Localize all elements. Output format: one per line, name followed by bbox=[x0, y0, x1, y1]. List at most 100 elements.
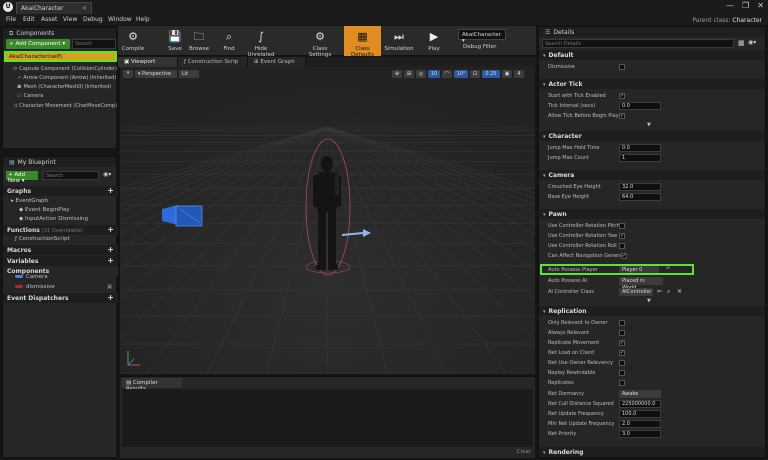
menu-edit[interactable]: Edit bbox=[23, 16, 35, 23]
rotate-icon[interactable]: ⊞ bbox=[404, 70, 414, 78]
always-relevant-checkbox[interactable] bbox=[619, 330, 625, 336]
section-rendering[interactable]: ▾ Rendering bbox=[539, 447, 765, 457]
perspective-button[interactable]: ▾ Perspective bbox=[135, 70, 177, 78]
category-functions[interactable]: Functions (31 Overridable) + bbox=[3, 225, 118, 235]
grid-snap-toggle[interactable]: 10 bbox=[428, 70, 440, 78]
graph-item-inputaction[interactable]: ◆ InputAction Dismissing bbox=[19, 216, 88, 222]
camera-speed-value[interactable]: 4 bbox=[514, 70, 524, 78]
replay-rewind-checkbox[interactable] bbox=[619, 370, 625, 376]
minimize-icon[interactable]: — bbox=[726, 1, 734, 10]
add-component-button[interactable]: + Add Component ▾ bbox=[6, 39, 70, 49]
start-tick-checkbox[interactable]: ✓ bbox=[619, 93, 625, 99]
details-search-input[interactable] bbox=[542, 39, 734, 48]
min-net-update-input[interactable]: 2.0 bbox=[619, 420, 661, 428]
ai-controller-select[interactable]: AIController bbox=[619, 288, 653, 296]
compile-button[interactable]: ⚙ Compile bbox=[120, 26, 146, 56]
section-camera[interactable]: ▾ Camera bbox=[539, 170, 765, 180]
rot-pitch-checkbox[interactable] bbox=[619, 223, 625, 229]
advanced-expand-icon[interactable]: ▼ bbox=[647, 122, 651, 128]
parent-class-value[interactable]: Character bbox=[732, 17, 762, 24]
add-function-icon[interactable]: + bbox=[107, 225, 114, 234]
section-pawn[interactable]: ▾ Pawn bbox=[539, 209, 765, 219]
allow-tick-checkbox[interactable]: ✓ bbox=[619, 113, 625, 119]
replicates-checkbox[interactable] bbox=[619, 380, 625, 386]
component-self-item[interactable]: AkaiCharacter(self) bbox=[4, 51, 117, 62]
restore-icon[interactable]: ❐ bbox=[742, 1, 749, 10]
viewport-options-button[interactable]: ▾ bbox=[123, 70, 133, 78]
section-replication[interactable]: ▾ Replication bbox=[539, 306, 765, 316]
rot-roll-checkbox[interactable] bbox=[619, 243, 625, 249]
net-owner-rel-checkbox[interactable] bbox=[619, 360, 625, 366]
section-default[interactable]: ▾ Default bbox=[539, 50, 765, 60]
menu-file[interactable]: File bbox=[6, 16, 16, 23]
class-defaults-button[interactable]: ▦ Class Defaults bbox=[344, 26, 381, 58]
grid-snap-value[interactable]: ⌒ bbox=[442, 70, 452, 78]
category-variables[interactable]: Variables + bbox=[3, 256, 118, 266]
net-update-input[interactable]: 100.0 bbox=[619, 410, 661, 418]
view-options-icon[interactable]: ◉▾ bbox=[103, 171, 111, 178]
rep-movement-checkbox[interactable]: ✓ bbox=[619, 340, 625, 346]
components-search-input[interactable] bbox=[72, 39, 116, 49]
use-selected-icon[interactable]: ⇐ bbox=[657, 288, 662, 295]
auto-possess-ai-select[interactable]: Placed in World bbox=[619, 277, 663, 291]
debug-object-select[interactable]: AkaiCharacter ▾ bbox=[458, 29, 506, 44]
clear-button[interactable]: Clear bbox=[517, 449, 531, 455]
close-window-icon[interactable]: ✕ bbox=[757, 1, 764, 10]
scale-icon[interactable]: ◎ bbox=[416, 70, 426, 78]
lit-button[interactable]: Lit bbox=[179, 70, 199, 78]
menu-view[interactable]: View bbox=[63, 16, 77, 23]
rotation-snap-toggle[interactable]: 10° bbox=[454, 70, 468, 78]
variable-visibility-icon[interactable]: ▣ bbox=[107, 284, 112, 290]
tree-item-capsule[interactable]: ⬭ Capsule Component (CollisionCylinder) bbox=[13, 66, 117, 72]
add-macro-icon[interactable]: + bbox=[107, 245, 114, 254]
graph-item-eventgraph[interactable]: ▸ EventGraph bbox=[11, 198, 48, 204]
tree-item-arrow[interactable]: ↗ Arrow Component (Arrow) (Inherited) bbox=[17, 75, 116, 81]
tick-interval-input[interactable]: 0.0 bbox=[619, 102, 661, 110]
translate-icon[interactable]: ⊕ bbox=[392, 70, 402, 78]
jump-count-input[interactable]: 1 bbox=[619, 154, 661, 162]
browse-button[interactable]: 🗀 Browse bbox=[188, 26, 210, 56]
add-dispatcher-icon[interactable]: + bbox=[107, 293, 114, 302]
property-matrix-icon[interactable]: ▦ bbox=[738, 39, 745, 47]
advanced-expand-icon[interactable]: ▼ bbox=[647, 298, 651, 304]
tab-construction-script[interactable]: ƒ Construction Scrip bbox=[178, 57, 248, 67]
net-load-checkbox[interactable]: ✓ bbox=[619, 350, 625, 356]
net-cull-input[interactable]: 225000000.0 bbox=[619, 400, 661, 408]
menu-asset[interactable]: Asset bbox=[41, 16, 57, 23]
details-view-options-icon[interactable]: ◉▾ bbox=[748, 39, 756, 46]
play-button[interactable]: ▶ Play bbox=[421, 26, 447, 56]
variable-item-dismissive[interactable]: dismissive ▣ bbox=[15, 284, 112, 290]
add-graph-icon[interactable]: + bbox=[107, 186, 114, 195]
category-event-dispatchers[interactable]: Event Dispatchers + bbox=[3, 293, 118, 303]
find-button[interactable]: ⌕ Find bbox=[218, 26, 240, 56]
category-graphs[interactable]: Graphs + bbox=[3, 186, 118, 196]
tree-item-mesh[interactable]: ☗ Mesh (CharacterMesh0) (Inherited) bbox=[17, 84, 111, 90]
crouched-eye-input[interactable]: 32.0 bbox=[619, 183, 661, 191]
viewport[interactable]: ▾ ▾ Perspective Lit ⊕ ⊞ ◎ 10 ⌒ 10° ⊡ 0.2… bbox=[120, 67, 535, 374]
close-tab-icon[interactable]: × bbox=[82, 5, 87, 12]
tree-item-camera[interactable]: ▭ Camera bbox=[17, 93, 43, 99]
dismissive-checkbox[interactable] bbox=[619, 64, 625, 70]
section-character[interactable]: ▾ Character bbox=[539, 131, 765, 141]
hide-unrelated-button[interactable]: ∫ Hide Unrelated bbox=[242, 26, 280, 58]
menu-debug[interactable]: Debug bbox=[83, 16, 103, 23]
clear-icon[interactable]: ✕ bbox=[677, 288, 682, 295]
variable-item-camera[interactable]: Camera bbox=[15, 274, 48, 280]
camera-speed-icon[interactable]: ▣ bbox=[502, 70, 512, 78]
add-new-button[interactable]: + Add New ▾ bbox=[6, 171, 38, 184]
tab-viewport[interactable]: ▣ Viewport bbox=[118, 57, 178, 67]
section-actor-tick[interactable]: ▾ Actor Tick bbox=[539, 79, 765, 89]
tree-item-movement[interactable]: ⤨ Character Movement (CharMoveComp) bbox=[13, 103, 117, 109]
tab-event-graph[interactable]: ⊞ Event Graph bbox=[248, 57, 306, 67]
scale-snap-icon[interactable]: ⊡ bbox=[470, 70, 480, 78]
browse-icon[interactable]: ⌕ bbox=[667, 288, 670, 296]
class-settings-button[interactable]: ⚙ Class Settings bbox=[302, 26, 338, 58]
compiler-results-tab[interactable]: ▤ Compiler Results bbox=[122, 378, 182, 392]
add-variable-icon[interactable]: + bbox=[107, 256, 114, 265]
document-tab[interactable]: AkaiCharacter × bbox=[16, 2, 92, 14]
jump-hold-input[interactable]: 0.0 bbox=[619, 144, 661, 152]
function-item-construction[interactable]: ƒ ConstructionScript bbox=[15, 236, 70, 242]
rot-yaw-checkbox[interactable]: ✓ bbox=[619, 233, 625, 239]
menu-window[interactable]: Window bbox=[108, 16, 132, 23]
only-owner-checkbox[interactable] bbox=[619, 320, 625, 326]
